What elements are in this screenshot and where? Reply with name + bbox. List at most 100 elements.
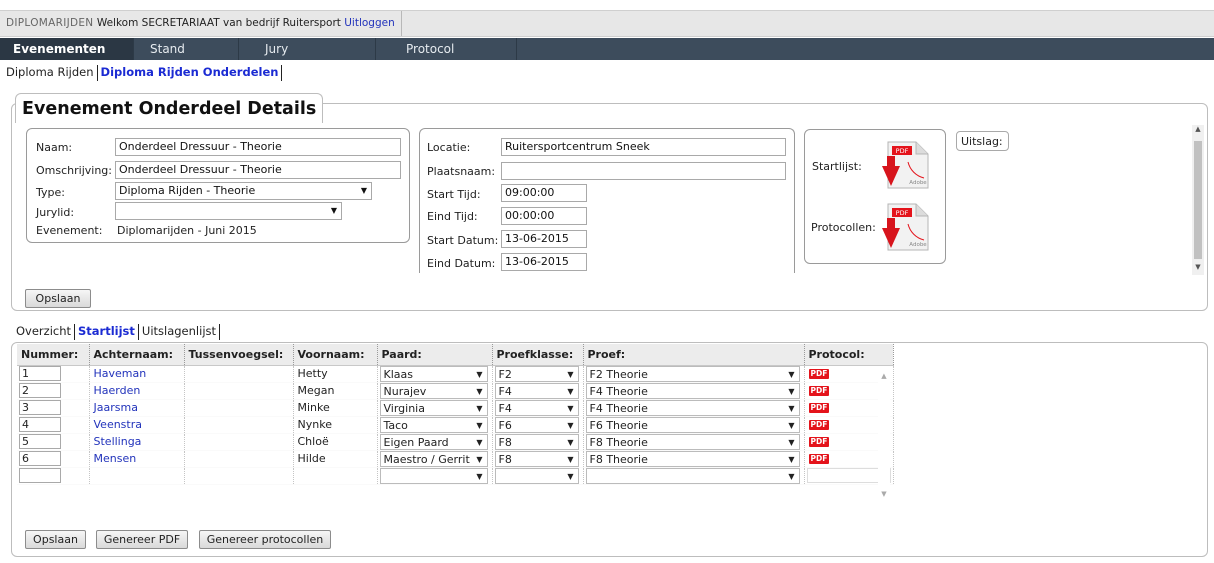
paard-select[interactable]: Virginia ▼	[379, 399, 488, 416]
generate-protocols-button[interactable]: Genereer protocollen	[199, 530, 331, 549]
subnav-diploma-rijden[interactable]: Diploma Rijden	[6, 61, 94, 83]
protocollen-pdf-icon[interactable]: PDF Adobe	[880, 202, 932, 252]
proef-select[interactable]: F4 Theorie ▼	[585, 382, 800, 399]
proefklasse-select[interactable]: F6 ▼	[494, 416, 579, 433]
proefklasse-select[interactable]: F8 ▼	[494, 433, 579, 450]
uitslag-label: Uitslag:	[961, 135, 1003, 148]
naam-label: Naam:	[36, 141, 73, 154]
list-save-button[interactable]: Opslaan	[25, 530, 86, 549]
startdatum-field[interactable]: 13-06-2015	[501, 230, 587, 248]
nummer-input[interactable]: 4	[19, 417, 61, 432]
achternaam-link[interactable]: Haerden	[92, 384, 141, 397]
table-cell: Hilde	[293, 450, 378, 468]
proef-select[interactable]: F4 Theorie ▼	[585, 399, 800, 416]
generate-pdf-button[interactable]: Genereer PDF	[96, 530, 188, 549]
locatie-field[interactable]: Ruitersportcentrum Sneek	[501, 138, 786, 156]
brand-name: DIPLOMARIJDEN	[6, 17, 94, 29]
nav-stand[interactable]: Stand	[134, 38, 238, 60]
details-save-button[interactable]: Opslaan	[25, 289, 91, 308]
nummer-input[interactable]: 2	[19, 383, 61, 398]
col-achternaam[interactable]: Achternaam:	[89, 344, 185, 366]
protocol-pdf-icon[interactable]: PDF	[808, 386, 830, 396]
chevron-down-icon: ▼	[476, 386, 483, 396]
chevron-down-icon: ▼	[788, 471, 795, 481]
protocol-pdf-icon[interactable]: PDF	[808, 403, 830, 413]
scroll-up-icon[interactable]: ▲	[1192, 125, 1204, 133]
nav-protocol[interactable]: Protocol	[376, 38, 516, 60]
tab-overzicht[interactable]: Overzicht	[16, 324, 71, 338]
nummer-input[interactable]: 5	[19, 434, 61, 449]
jurylid-select[interactable]: ▼	[115, 202, 342, 220]
details-scrollbar[interactable]: ▲ ▼	[1192, 125, 1204, 275]
table-cell	[184, 433, 294, 451]
proefklasse-select-value: F4	[498, 384, 512, 398]
nummer-input[interactable]: 1	[19, 366, 61, 381]
evenement-link[interactable]: Diplomarijden - Juni 2015	[117, 224, 257, 237]
table-cell: Taco ▼	[377, 416, 493, 434]
proefklasse-select[interactable]: F8 ▼	[494, 450, 579, 467]
proef-select[interactable]: ▼	[585, 467, 800, 484]
achternaam-link[interactable]: Stellinga	[92, 435, 142, 448]
table-row: ▼ ▼ ▼	[17, 467, 894, 485]
paard-select[interactable]: Nurajev ▼	[379, 382, 488, 399]
starttijd-field[interactable]: 09:00:00	[501, 184, 587, 202]
proef-select[interactable]: F8 Theorie ▼	[585, 433, 800, 450]
paard-select[interactable]: Taco ▼	[379, 416, 488, 433]
einddatum-label: Eind Datum:	[427, 257, 496, 270]
protocol-pdf-icon[interactable]: PDF	[808, 454, 830, 464]
scroll-down-icon[interactable]: ▼	[878, 490, 890, 498]
tab-uitslagenlijst[interactable]: Uitslagenlijst	[142, 324, 216, 338]
proef-select[interactable]: F8 Theorie ▼	[585, 450, 800, 467]
type-select[interactable]: Diploma Rijden - Theorie ▼	[115, 182, 372, 200]
scroll-down-icon[interactable]: ▼	[1192, 263, 1204, 271]
paard-select[interactable]: Klaas ▼	[379, 365, 488, 382]
table-cell: Nurajev ▼	[377, 382, 493, 400]
proef-select[interactable]: F6 Theorie ▼	[585, 416, 800, 433]
protocol-pdf-icon[interactable]: PDF	[808, 369, 830, 379]
proef-select[interactable]: F2 Theorie ▼	[585, 365, 800, 382]
chevron-down-icon: ▼	[476, 420, 483, 430]
col-voornaam[interactable]: Voornaam:	[293, 344, 378, 366]
achternaam-link[interactable]: Jaarsma	[92, 401, 138, 414]
nav-jury[interactable]: Jury	[239, 38, 375, 60]
subnav-diploma-rijden-onderdelen[interactable]: Diploma Rijden Onderdelen	[101, 61, 279, 83]
paard-select[interactable]: Maestro / Gerrit ▼	[379, 450, 488, 467]
scroll-up-icon[interactable]: ▲	[878, 372, 890, 380]
proefklasse-select[interactable]: ▼	[494, 467, 579, 484]
col-proefklasse[interactable]: Proefklasse:	[492, 344, 584, 366]
tab-startlijst[interactable]: Startlijst	[78, 324, 135, 338]
logout-link[interactable]: Uitloggen	[344, 17, 395, 29]
plaatsnaam-field[interactable]	[501, 162, 786, 180]
col-nummer[interactable]: Nummer:	[17, 344, 90, 366]
proefklasse-select[interactable]: F4 ▼	[494, 399, 579, 416]
protocol-pdf-icon[interactable]: PDF	[808, 420, 830, 430]
paard-select[interactable]: Eigen Paard ▼	[379, 433, 488, 450]
col-tussenvoegsel[interactable]: Tussenvoegsel:	[184, 344, 294, 366]
achternaam-link[interactable]: Haveman	[92, 367, 147, 380]
voornaam-text: Hilde	[297, 452, 326, 465]
naam-field[interactable]: Onderdeel Dressuur - Theorie	[115, 138, 401, 156]
col-proef[interactable]: Proef:	[583, 344, 805, 366]
protocol-pdf-icon[interactable]: PDF	[808, 437, 830, 447]
evenement-label: Evenement:	[36, 224, 103, 237]
startlijst-pdf-icon[interactable]: PDF Adobe	[880, 140, 932, 190]
nummer-input[interactable]	[19, 468, 61, 483]
col-protocol[interactable]: Protocol:	[804, 344, 894, 366]
scroll-thumb[interactable]	[1194, 141, 1202, 259]
einddatum-field[interactable]: 13-06-2015	[501, 253, 587, 271]
nav-evenementen[interactable]: Evenementen	[0, 38, 133, 60]
proefklasse-select[interactable]: F2 ▼	[494, 365, 579, 382]
omschrijving-field[interactable]: Onderdeel Dressuur - Theorie	[115, 161, 401, 179]
eindtijd-field[interactable]: 00:00:00	[501, 207, 587, 225]
nummer-input[interactable]: 6	[19, 451, 61, 466]
proefklasse-select[interactable]: F4 ▼	[494, 382, 579, 399]
paard-select[interactable]: ▼	[379, 467, 488, 484]
nummer-input[interactable]: 3	[19, 400, 61, 415]
voornaam-text: Nynke	[297, 418, 332, 431]
achternaam-link[interactable]: Veenstra	[92, 418, 143, 431]
chevron-down-icon: ▼	[567, 454, 574, 464]
chevron-down-icon: ▼	[330, 206, 337, 215]
col-paard[interactable]: Paard:	[377, 344, 493, 366]
achternaam-link[interactable]: Mensen	[92, 452, 137, 465]
list-scrollbar[interactable]: ▲ ▼	[878, 372, 890, 498]
